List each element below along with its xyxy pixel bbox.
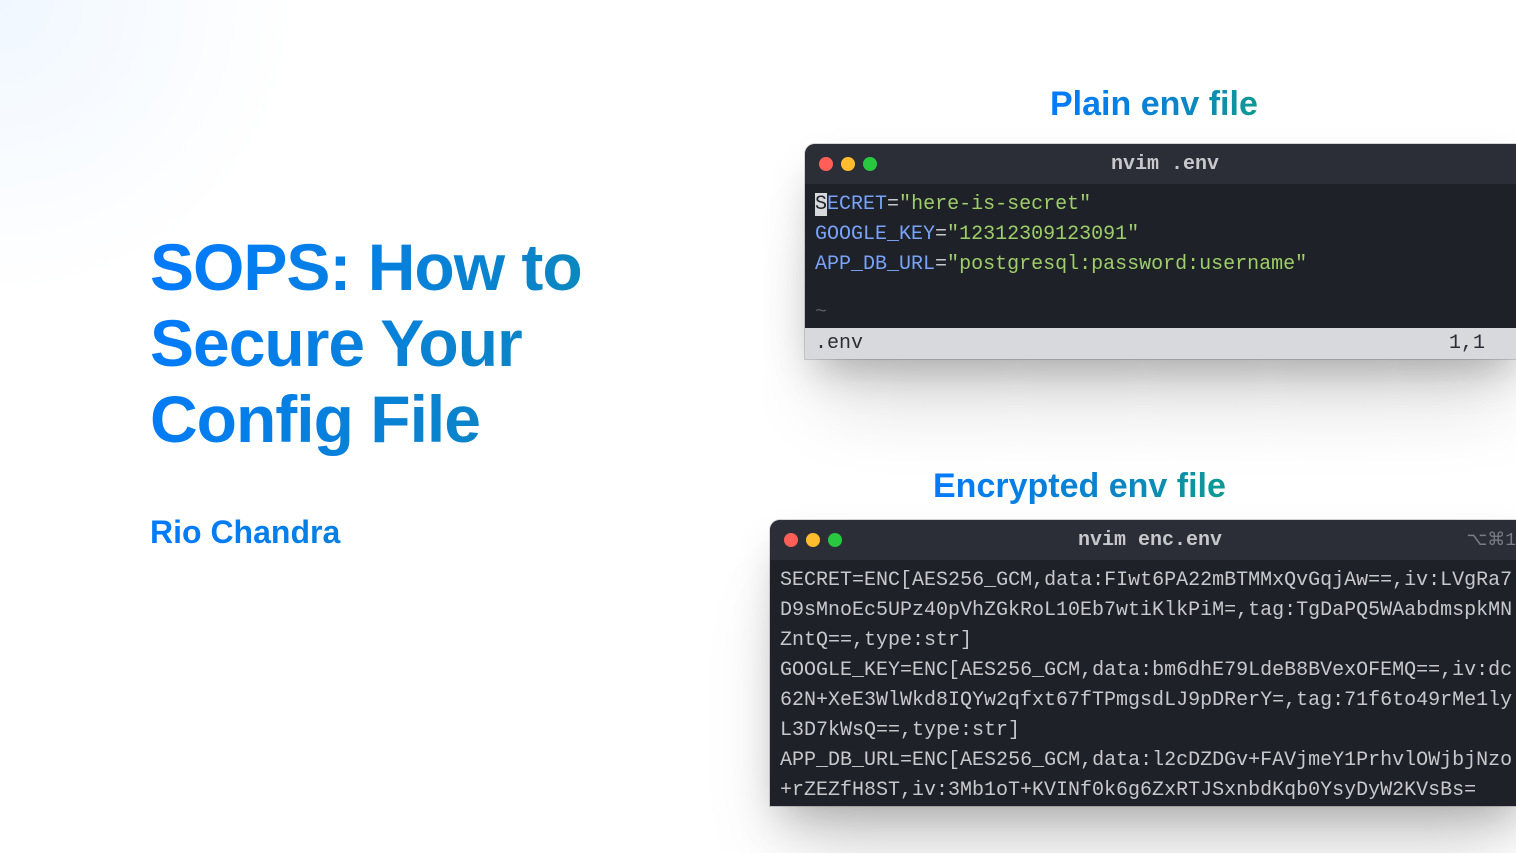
plain-env-label: Plain env file: [1050, 85, 1258, 124]
minimize-icon[interactable]: [806, 533, 820, 547]
code-body: SECRET=ENC[AES256_GCM,data:FIwt6PA22mBTM…: [770, 560, 1516, 806]
zoom-icon[interactable]: [863, 157, 877, 171]
author-name: Rio Chandra: [150, 514, 730, 551]
minimize-icon[interactable]: [841, 157, 855, 171]
env-app-db-url-value: postgresql:password:username: [959, 253, 1295, 276]
close-icon[interactable]: [819, 157, 833, 171]
hero-text-block: SOPS: How to Secure Your Config File Rio…: [150, 230, 730, 551]
env-google-key-value: 12312309123091: [959, 223, 1127, 246]
plain-env-window: nvim .env SECRET="here-is-secret" GOOGLE…: [805, 144, 1516, 359]
enc-secret-value: ENC[AES256_GCM,data:FIwt6PA22mBTMMxQvGqj…: [780, 569, 1512, 652]
traffic-lights: [819, 157, 877, 171]
encrypted-env-label: Encrypted env file: [933, 467, 1226, 506]
statusbar: .env 1,1: [805, 328, 1516, 359]
window-shortcut-hint: ⌥⌘1: [1466, 529, 1516, 551]
status-file: .env: [815, 332, 863, 355]
window-title: nvim enc.env: [770, 529, 1516, 552]
titlebar: nvim enc.env ⌥⌘1: [770, 520, 1516, 560]
close-icon[interactable]: [784, 533, 798, 547]
window-title: nvim .env: [805, 153, 1516, 176]
traffic-lights: [784, 533, 842, 547]
env-secret-value: here-is-secret: [911, 193, 1079, 216]
status-pos: 1,1: [1449, 332, 1485, 355]
code-body: SECRET="here-is-secret" GOOGLE_KEY="1231…: [805, 184, 1516, 328]
zoom-icon[interactable]: [828, 533, 842, 547]
titlebar: nvim .env: [805, 144, 1516, 184]
encrypted-env-window: nvim enc.env ⌥⌘1 SECRET=ENC[AES256_GCM,d…: [770, 520, 1516, 806]
page-title: SOPS: How to Secure Your Config File: [150, 230, 730, 458]
